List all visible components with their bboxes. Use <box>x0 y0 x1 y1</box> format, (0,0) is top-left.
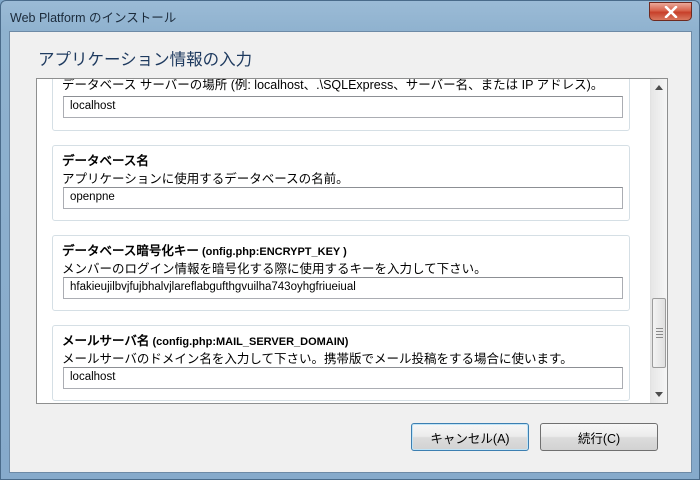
mail-server-group: メールサーバ名 (config.php:MAIL_SERVER_DOMAIN) … <box>52 325 630 401</box>
thumb-grip-line <box>656 337 663 339</box>
arrow-down-icon <box>655 392 663 397</box>
mail-server-title-text: メールサーバ名 <box>62 334 150 348</box>
thumb-grip-line <box>656 334 663 336</box>
db-name-title-text: データベース名 <box>62 154 149 168</box>
db-name-description: アプリケーションに使用するデータベースの名前。 <box>62 172 349 186</box>
db-name-title: データベース名 <box>62 150 149 169</box>
arrow-up-icon <box>655 85 663 90</box>
continue-button[interactable]: 続行(C) <box>540 423 658 451</box>
encrypt-key-title-tech: (onfig.php:ENCRYPT_KEY ) <box>198 246 347 258</box>
mail-server-description: メールサーバのドメイン名を入力して下さい。携帯版でメール投稿をする場合に使います… <box>62 352 573 366</box>
mail-server-title-tech: (config.php:MAIL_SERVER_DOMAIN) <box>149 336 349 348</box>
scroll-down-button[interactable] <box>651 386 667 403</box>
page-title: アプリケーション情報の入力 <box>38 51 253 69</box>
mail-server-title: メールサーバ名 (config.php:MAIL_SERVER_DOMAIN) <box>62 330 348 349</box>
thumb-grip-line <box>656 328 663 330</box>
scroll-thumb[interactable] <box>652 298 666 369</box>
vertical-scrollbar[interactable] <box>650 79 667 403</box>
encrypt-key-group: データベース暗号化キー (onfig.php:ENCRYPT_KEY ) メンバ… <box>52 235 630 311</box>
installer-window: Web Platform のインストール アプリケーション情報の入力 データベー… <box>0 0 700 480</box>
dialog-client-area: アプリケーション情報の入力 データベース サーバーの場所 (例: localho… <box>9 31 692 473</box>
settings-scroll-area[interactable]: データベース サーバーの場所 (例: localhost、.\SQLExpres… <box>36 78 668 404</box>
cancel-button[interactable]: キャンセル(A) <box>411 423 529 451</box>
db-server-description: データベース サーバーの場所 (例: localhost、.\SQLExpres… <box>62 79 604 92</box>
db-name-input[interactable]: openpne <box>63 187 623 209</box>
close-button[interactable] <box>649 2 692 21</box>
db-server-input[interactable]: localhost <box>63 96 623 118</box>
mail-server-input[interactable]: localhost <box>63 367 623 389</box>
scroll-up-button[interactable] <box>651 79 667 96</box>
thumb-grip-line <box>656 331 663 333</box>
encrypt-key-title: データベース暗号化キー (onfig.php:ENCRYPT_KEY ) <box>62 240 347 259</box>
encrypt-key-description: メンバーのログイン情報を暗号化する際に使用するキーを入力して下さい。 <box>62 262 487 276</box>
window-title: Web Platform のインストール <box>10 11 177 25</box>
db-name-group: データベース名 アプリケーションに使用するデータベースの名前。 openpne <box>52 145 630 221</box>
encrypt-key-input[interactable]: hfakieujilbvjfujbhalvjlareflabgufthgvuil… <box>63 277 623 299</box>
db-server-group: データベース サーバーの場所 (例: localhost、.\SQLExpres… <box>52 79 630 131</box>
encrypt-key-title-text: データベース暗号化キー <box>62 244 199 258</box>
title-bar[interactable]: Web Platform のインストール <box>1 1 699 31</box>
close-icon <box>664 5 677 18</box>
settings-content: データベース サーバーの場所 (例: localhost、.\SQLExpres… <box>37 79 652 403</box>
